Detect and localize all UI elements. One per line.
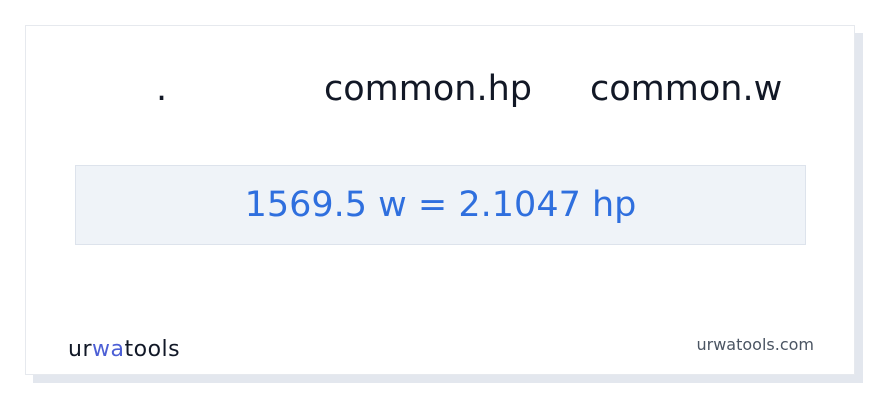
- column-header-w: common.w: [590, 69, 783, 109]
- urwatools-logo[interactable]: ur wa tools: [68, 336, 180, 362]
- conversion-result: 1569.5 w = 2.1047 hp: [244, 184, 637, 225]
- site-link[interactable]: urwatools.com: [697, 335, 815, 354]
- logo-text-ur: ur: [68, 336, 92, 362]
- page: . common.hp common.w 1569.5 w = 2.1047 h…: [0, 0, 880, 400]
- result-box: 1569.5 w = 2.1047 hp: [75, 165, 806, 245]
- column-header-placeholder: .: [156, 69, 168, 109]
- column-header-hp: common.hp: [324, 69, 532, 109]
- logo-text-wa: wa: [92, 336, 125, 362]
- logo-text-tools: tools: [124, 336, 181, 362]
